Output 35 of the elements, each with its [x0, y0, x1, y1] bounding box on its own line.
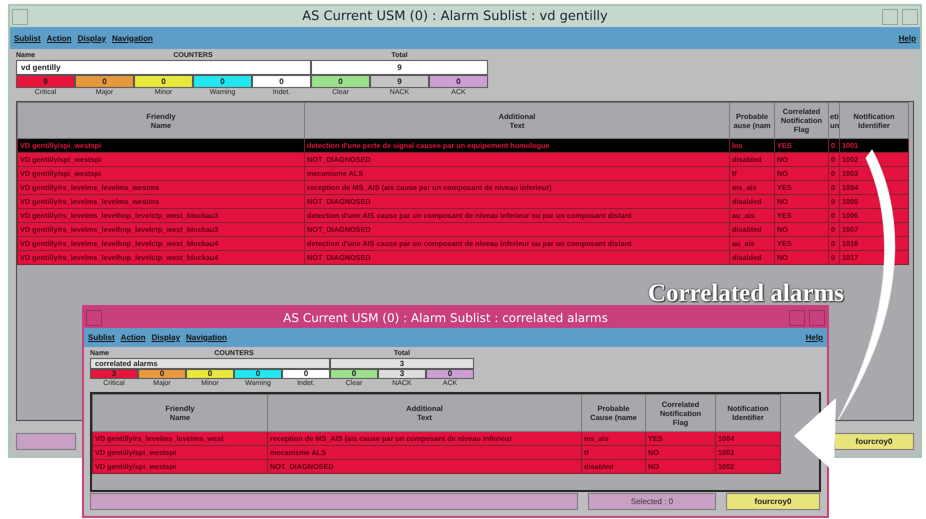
window-title: AS Current USM (0) : Alarm Sublist : correlated alarms: [282, 310, 609, 326]
window-title: AS Current USM (0) : Alarm Sublist : vd gentilly: [301, 8, 609, 26]
status-field: Selected : 0: [588, 493, 716, 510]
alarm-counter: 0: [311, 75, 370, 88]
alarm-counter: 3: [378, 369, 426, 379]
alarm-counter: 0: [234, 369, 282, 379]
name-field[interactable]: vd gentilly: [16, 60, 311, 75]
menu-item[interactable]: Action: [120, 333, 146, 342]
menu-item[interactable]: Navigation: [112, 34, 153, 42]
status-field: [16, 433, 76, 450]
alarm-counter: 9: [370, 75, 429, 88]
menu-item[interactable]: Sublist: [14, 34, 41, 42]
alarm-counter: 0: [282, 369, 330, 379]
status-field: fourcroy0: [834, 433, 914, 450]
status-field: fourcroy0: [726, 493, 820, 510]
alarm-counter: 9: [16, 75, 75, 88]
menu-item[interactable]: Action: [46, 34, 72, 42]
alarm-counter: 0: [193, 75, 252, 88]
total-field: 9: [311, 60, 488, 75]
alarm-counter: 0: [252, 75, 311, 88]
menu-item[interactable]: Sublist: [88, 333, 115, 342]
alarm-counter: 0: [330, 369, 378, 379]
alarm-counter: 0: [138, 369, 186, 379]
help-menu-item[interactable]: Help: [898, 34, 916, 42]
alarm-counter: 0: [134, 75, 193, 88]
alarm-counter: 0: [186, 369, 234, 379]
alarm-counter: 0: [75, 75, 134, 88]
menu-item[interactable]: Display: [152, 333, 180, 342]
alarm-counter: 0: [426, 369, 474, 379]
annotation-text: Correlated alarms: [648, 280, 844, 308]
menu-item[interactable]: Navigation: [186, 333, 227, 342]
help-menu-item[interactable]: Help: [806, 333, 823, 342]
menu-item[interactable]: Display: [78, 34, 106, 42]
alarm-counter: 0: [429, 75, 488, 88]
alarm-counter: 3: [90, 369, 138, 379]
